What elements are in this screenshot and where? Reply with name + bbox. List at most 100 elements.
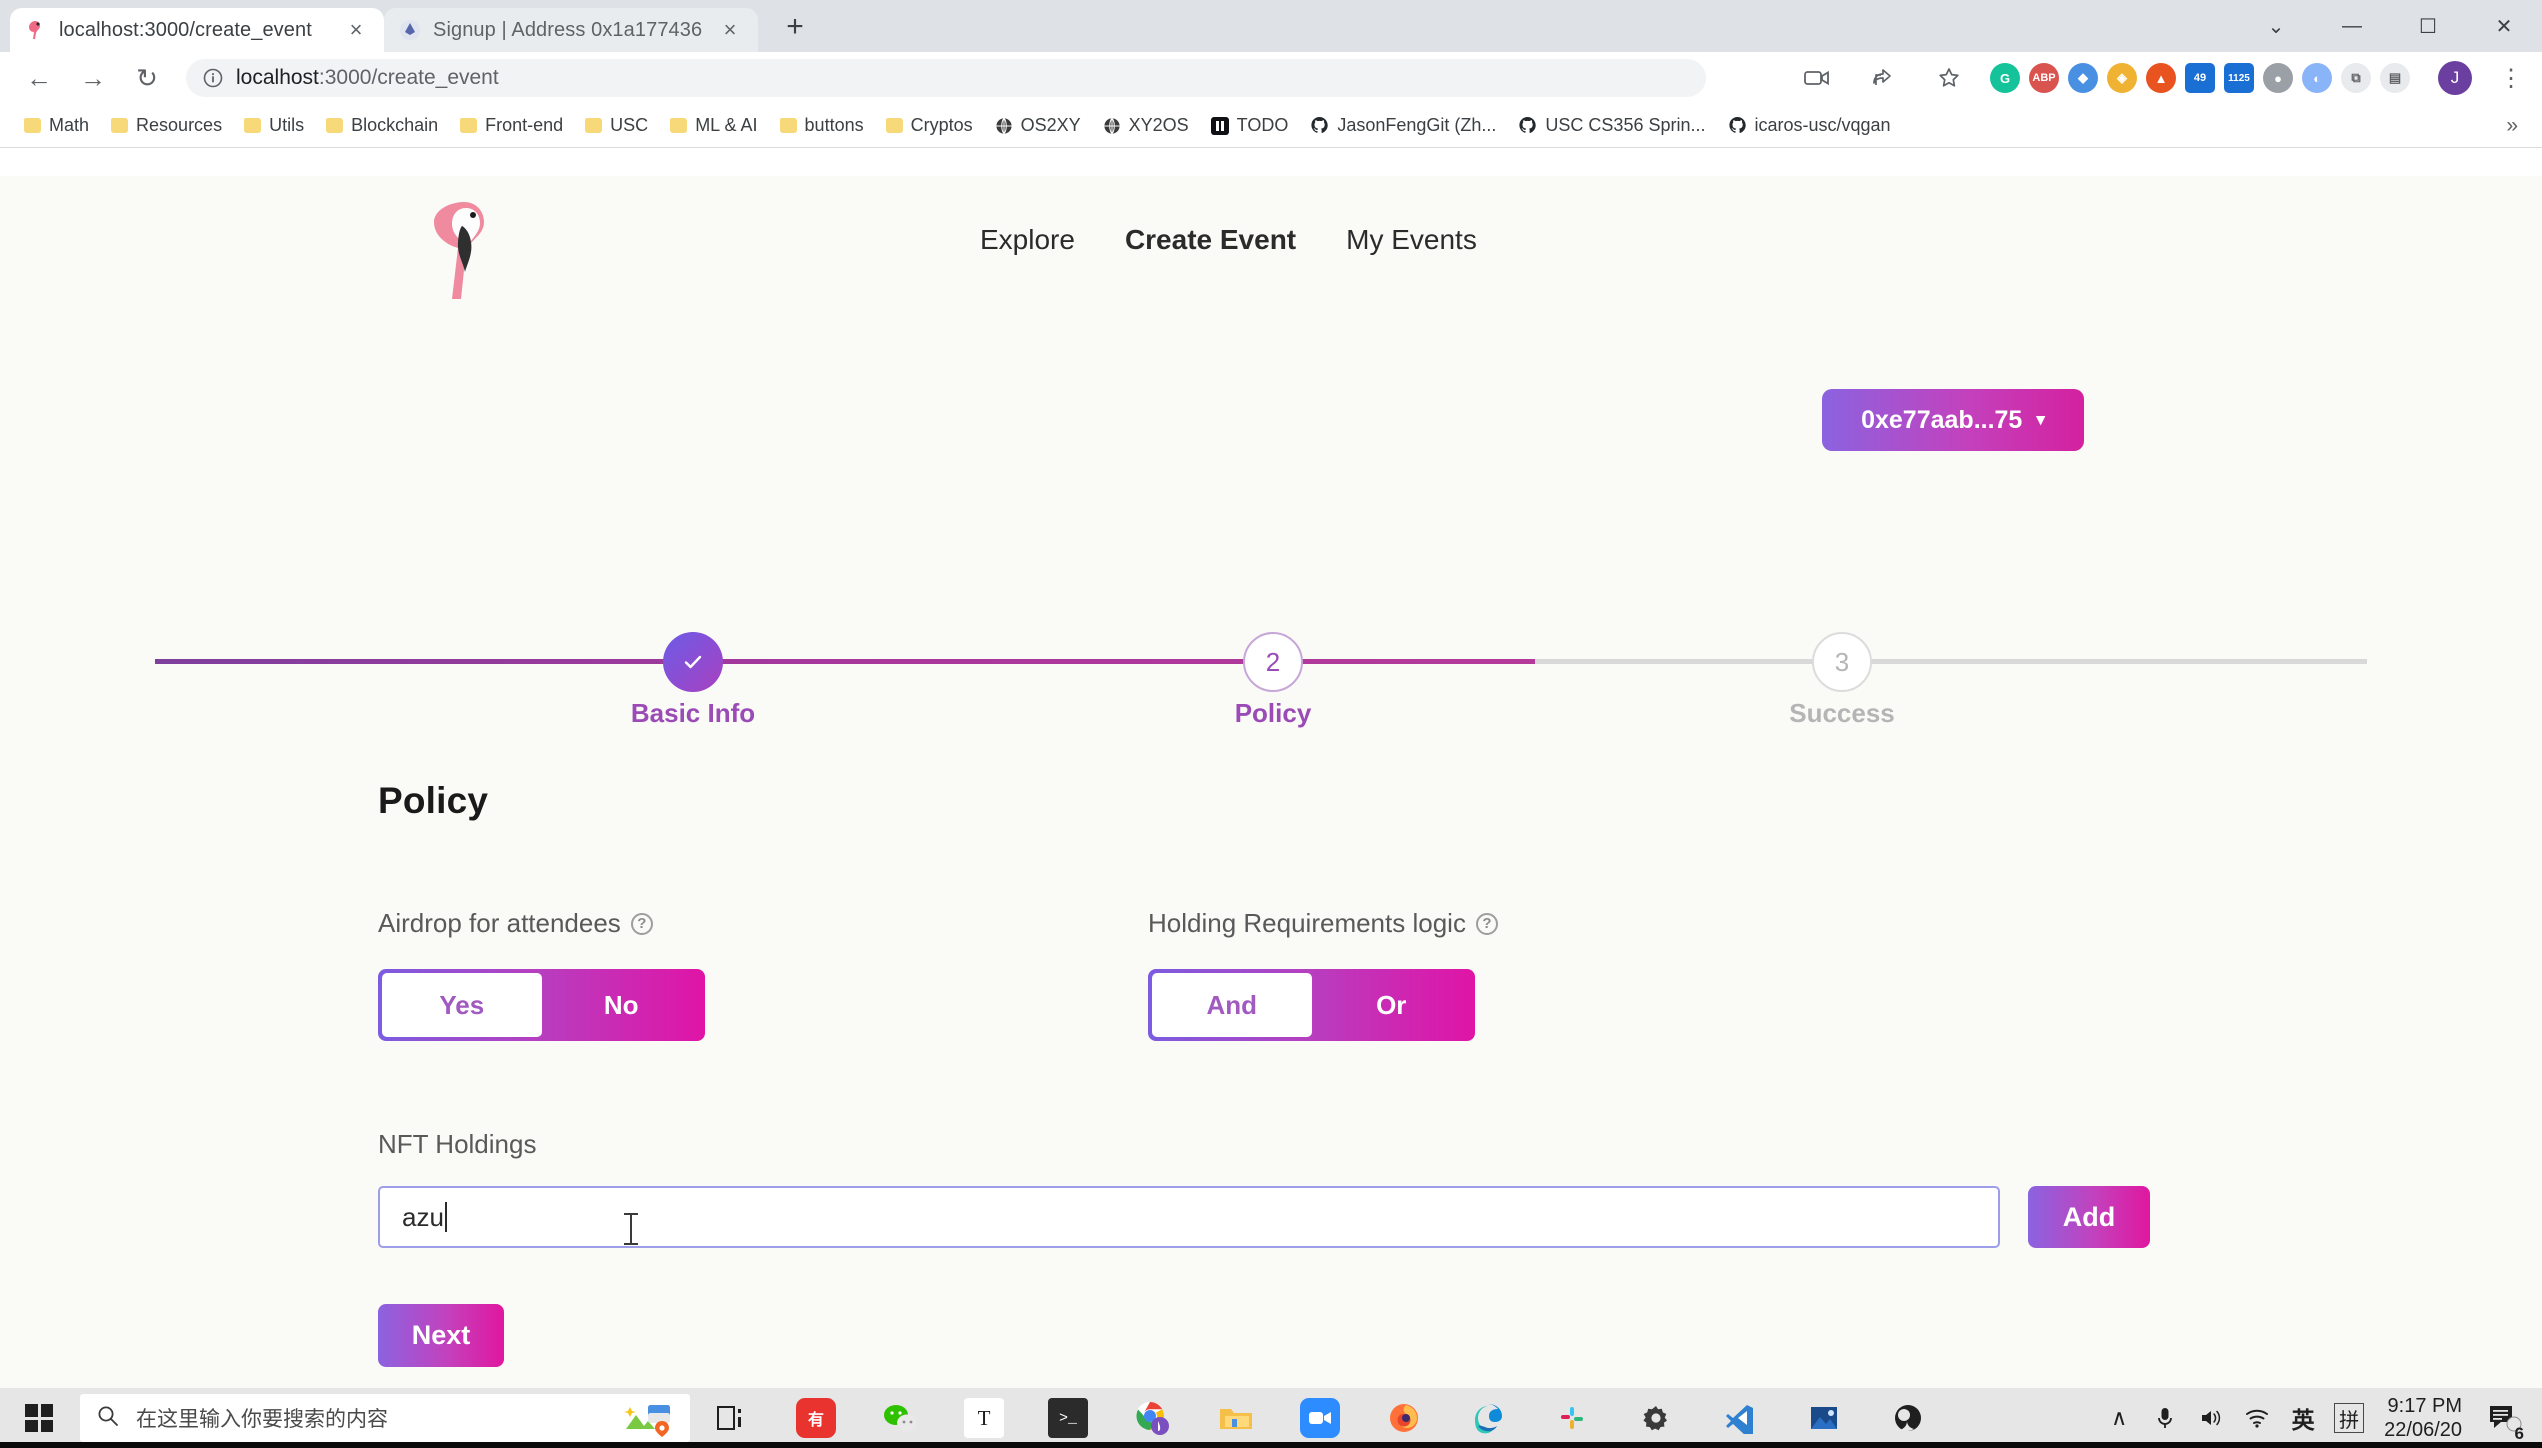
bookmark-item[interactable]: Cryptos <box>876 110 983 141</box>
add-button[interactable]: Add <box>2028 1186 2150 1248</box>
proxy-count-extension-icon[interactable]: 1125 <box>2224 63 2254 93</box>
step-policy[interactable]: 2 Policy <box>1235 632 1311 728</box>
brave-extension-icon[interactable]: ▲ <box>2146 63 2176 93</box>
bookmark-item[interactable]: Math <box>14 110 99 141</box>
speaker-icon[interactable] <box>2188 1388 2234 1448</box>
bookmark-item[interactable]: USC CS356 Sprin... <box>1508 110 1715 141</box>
browser-tab-active[interactable]: localhost:3000/create_event × <box>10 8 384 52</box>
close-window-button[interactable]: ✕ <box>2466 0 2542 52</box>
zoom-icon[interactable] <box>1278 1388 1362 1448</box>
flamingo-favicon-icon <box>24 18 48 42</box>
help-circle-icon[interactable]: ? <box>630 912 653 935</box>
close-icon[interactable]: × <box>716 16 744 44</box>
bookmark-item[interactable]: icaros-usc/vqgan <box>1718 110 1901 141</box>
star-icon[interactable] <box>1924 53 1974 103</box>
next-button[interactable]: Next <box>378 1304 504 1367</box>
task-view-icon[interactable] <box>690 1388 774 1448</box>
back-button[interactable]: ← <box>14 53 64 103</box>
side-panel-icon[interactable]: ▤ <box>2380 63 2410 93</box>
terminal-icon[interactable]: >_ <box>1026 1388 1110 1448</box>
ime-mode-indicator[interactable]: 拼 <box>2334 1403 2365 1433</box>
translate-extension-icon[interactable]: ◐ <box>2302 63 2332 93</box>
tab-search-icon[interactable]: ⌄ <box>2238 0 2314 52</box>
holding-logic-option-and[interactable]: And <box>1152 973 1312 1037</box>
airdrop-option-no[interactable]: No <box>542 973 702 1037</box>
browser-tab-inactive[interactable]: Signup | Address 0x1a177436 × <box>384 8 758 52</box>
profile-avatar[interactable]: J <box>2438 61 2472 95</box>
bookmark-item[interactable]: OS2XY <box>985 110 1091 141</box>
metamask-extension-icon[interactable]: ◆ <box>2068 63 2098 93</box>
step-success[interactable]: 3 Success <box>1789 632 1895 728</box>
typora-icon[interactable]: T <box>942 1388 1026 1448</box>
help-circle-icon[interactable]: ? <box>1475 912 1498 935</box>
obs-icon[interactable] <box>1866 1388 1950 1448</box>
camera-icon[interactable] <box>1792 53 1842 103</box>
maximize-button[interactable]: ☐ <box>2390 0 2466 52</box>
reload-button[interactable]: ↻ <box>122 53 172 103</box>
share-icon[interactable] <box>1858 53 1908 103</box>
step-label: Success <box>1789 698 1895 728</box>
holding-logic-label-row: Holding Requirements logic ? <box>1148 908 1918 939</box>
forward-button[interactable]: → <box>68 53 118 103</box>
chrome-icon[interactable] <box>1110 1388 1194 1448</box>
wechat-icon[interactable] <box>858 1388 942 1448</box>
photos-icon[interactable] <box>1782 1388 1866 1448</box>
window-controls: ⌄ — ☐ ✕ <box>2238 0 2542 52</box>
nav-item-my-events[interactable]: My Events <box>1346 224 1477 256</box>
youdao-icon[interactable]: 有 <box>774 1388 858 1448</box>
bookmark-item[interactable]: buttons <box>770 110 874 141</box>
vscode-icon[interactable] <box>1698 1388 1782 1448</box>
microphone-icon[interactable] <box>2142 1388 2188 1448</box>
new-tab-button[interactable]: + <box>772 4 818 50</box>
close-icon[interactable]: × <box>342 16 370 44</box>
edge-icon[interactable] <box>1446 1388 1530 1448</box>
ime-language-indicator[interactable]: 英 <box>2280 1388 2326 1448</box>
bookmark-item[interactable]: JasonFengGit (Zh... <box>1300 110 1506 141</box>
bookmark-item[interactable]: TODO <box>1201 110 1299 141</box>
nav-item-explore[interactable]: Explore <box>980 224 1075 256</box>
info-circle-icon[interactable] <box>202 67 224 89</box>
bookmark-item[interactable]: ML & AI <box>660 110 767 141</box>
nav-item-create-event[interactable]: Create Event <box>1125 224 1296 256</box>
github-icon <box>1518 116 1537 135</box>
notification-icon[interactable]: 6 <box>2478 1388 2534 1448</box>
people-map-icon[interactable] <box>618 1399 678 1437</box>
minimize-button[interactable]: — <box>2314 0 2390 52</box>
main-nav: Explore Create Event My Events <box>980 224 1477 256</box>
extension-icons: G ABP ◆ ◈ ▲ 49 1125 ● ◐ ⧉ ▤ <box>1990 63 2416 93</box>
nft-holdings-input[interactable]: azu <box>378 1186 2000 1248</box>
flamingo-logo[interactable] <box>420 196 500 301</box>
step-basic-info[interactable]: Basic Info <box>631 632 755 728</box>
wallet-address-button[interactable]: 0xe77aab...75 ▾ <box>1822 389 2084 451</box>
bookmark-item[interactable]: Resources <box>101 110 232 141</box>
holding-logic-option-or[interactable]: Or <box>1312 973 1472 1037</box>
wifi-icon[interactable] <box>2234 1388 2280 1448</box>
folder-icon <box>779 118 797 133</box>
bookmark-item[interactable]: XY2OS <box>1093 110 1199 141</box>
airdrop-option-yes[interactable]: Yes <box>382 973 542 1037</box>
wallet-extension-icon[interactable]: ● <box>2263 63 2293 93</box>
adblock-extension-icon[interactable]: ABP <box>2029 63 2059 93</box>
taskbar-clock[interactable]: 9:17 PM 22/06/20 <box>2372 1394 2478 1443</box>
folder-icon <box>460 118 478 133</box>
file-explorer-icon[interactable] <box>1194 1388 1278 1448</box>
bookmark-item[interactable]: Blockchain <box>316 110 448 141</box>
bookmark-item[interactable]: Utils <box>234 110 314 141</box>
folder-icon <box>885 118 903 133</box>
puzzle-extension-icon[interactable]: ⧉ <box>2341 63 2371 93</box>
firefox-icon[interactable] <box>1362 1388 1446 1448</box>
grammarly-extension-icon[interactable]: G <box>1990 63 2020 93</box>
proxy-extension-icon[interactable]: 49 <box>2185 63 2215 93</box>
settings-gear-icon[interactable] <box>1614 1388 1698 1448</box>
airdrop-field: Airdrop for attendees ? Yes No <box>378 908 1148 1041</box>
bookmarks-overflow-icon[interactable]: » <box>2496 114 2528 138</box>
bookmark-item[interactable]: Front-end <box>450 110 573 141</box>
taskbar-search-input[interactable]: 在这里输入你要搜索的内容 <box>80 1394 690 1442</box>
browser-menu-icon[interactable]: ⋮ <box>2494 64 2528 93</box>
address-bar[interactable]: localhost:3000/create_event <box>186 59 1706 97</box>
bookmark-item[interactable]: USC <box>575 110 658 141</box>
show-hidden-icons-caret[interactable]: ∧ <box>2096 1388 2142 1448</box>
slack-icon[interactable] <box>1530 1388 1614 1448</box>
windows-start-icon[interactable] <box>0 1388 78 1448</box>
phantom-extension-icon[interactable]: ◈ <box>2107 63 2137 93</box>
